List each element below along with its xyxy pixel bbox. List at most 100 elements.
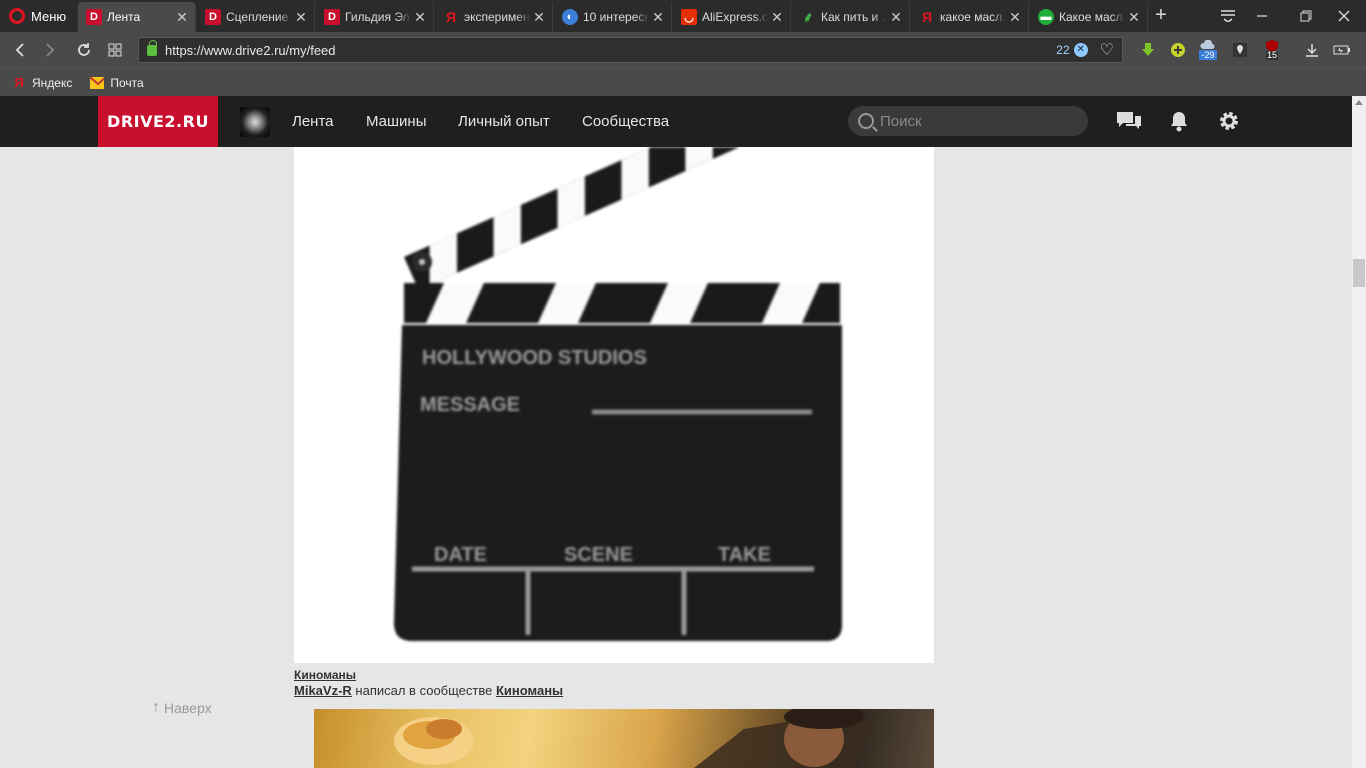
yandex-icon: Я: [921, 9, 933, 25]
clapper-studio-text: HOLLYWOOD STUDIOS: [422, 347, 647, 369]
drive2-icon: D: [86, 9, 102, 25]
mail-icon: [90, 76, 105, 90]
minimize-icon[interactable]: [1240, 0, 1284, 32]
back-to-top-button[interactable]: ↑ Наверх: [152, 699, 212, 717]
author-link[interactable]: MikaVz-R: [294, 683, 352, 698]
address-bar[interactable]: https://www.drive2.ru/my/feed 22 ✕ ♡: [138, 37, 1123, 63]
adblock-icon[interactable]: ✕: [1073, 43, 1088, 57]
tab-kakoe-maslo-1[interactable]: Я какое масл... ✕: [911, 2, 1029, 32]
tab-experiment[interactable]: Я эксперимен... ✕: [435, 2, 553, 32]
action-text: написал в сообществе: [355, 683, 493, 698]
close-icon[interactable]: ✕: [292, 9, 310, 26]
opera-logo-icon: [9, 8, 25, 24]
drive2-icon: D: [324, 9, 340, 25]
tab-stseplenie[interactable]: D Сцепление ✕: [197, 2, 315, 32]
clapper-date-text: DATE: [434, 544, 487, 566]
tab-title: 10 интересн...: [583, 10, 649, 24]
bookmark-pochta[interactable]: Почта: [90, 75, 144, 90]
nav-lenta[interactable]: Лента: [292, 96, 334, 147]
tab-title: AliExpress.co...: [702, 10, 768, 24]
arrow-up-icon: ↑: [152, 699, 160, 716]
search-icon: [858, 113, 874, 129]
search-input[interactable]: [880, 112, 1060, 130]
site-header: DRIVE2.RU Лента Машины Личный опыт Сообщ…: [0, 96, 1352, 147]
weather-icon[interactable]: -29: [1198, 40, 1218, 60]
post-meta: Киноманы MikaVz-R написал в сообществе К…: [294, 668, 563, 698]
adblock-count: 22: [1056, 43, 1070, 57]
tab-10-interesnyh[interactable]: ◐ 10 интересн... ✕: [554, 2, 672, 32]
close-icon[interactable]: ✕: [768, 9, 786, 26]
tab-title: Какое масл...: [1059, 10, 1125, 24]
address-toolbar: https://www.drive2.ru/my/feed 22 ✕ ♡ -29…: [0, 32, 1366, 68]
scroll-up-arrow-icon[interactable]: [1355, 100, 1363, 105]
downloads-icon[interactable]: [1302, 40, 1322, 60]
bookmarks-bar: Я Яндекс Почта: [0, 68, 1366, 96]
download-green-icon[interactable]: [1138, 40, 1158, 60]
browser-menu-button[interactable]: Меню: [0, 0, 78, 32]
messages-icon[interactable]: [1115, 108, 1143, 134]
search-box[interactable]: [848, 106, 1088, 136]
car-icon: ▬: [1038, 9, 1054, 25]
url-text[interactable]: https://www.drive2.ru/my/feed: [165, 43, 1056, 58]
heart-icon[interactable]: ♡: [1100, 40, 1114, 60]
close-icon[interactable]: ✕: [887, 9, 905, 26]
browser-tabbar: Меню D Лента ✕ D Сцепление ✕ D Гильдия Э…: [0, 0, 1366, 32]
close-icon[interactable]: ✕: [530, 9, 548, 26]
close-icon[interactable]: ✕: [173, 9, 191, 26]
drive2-icon: D: [205, 9, 221, 25]
close-window-icon[interactable]: [1322, 0, 1366, 32]
back-arrow-icon[interactable]: [8, 38, 32, 62]
clapper-scene-text: SCENE: [564, 544, 633, 566]
clapper-take-text: TAKE: [718, 544, 771, 566]
clapper-message-text: MESSAGE: [420, 394, 520, 416]
community-tag-link[interactable]: Киноманы: [294, 668, 563, 682]
yandex-icon: Я: [14, 75, 24, 90]
back-to-top-label: Наверх: [164, 700, 212, 716]
tab-title: какое масл...: [940, 10, 1006, 24]
drive2-logo[interactable]: DRIVE2.RU: [98, 96, 218, 147]
bookmark-yandex[interactable]: Я Яндекс: [12, 75, 73, 90]
bell-icon[interactable]: [1165, 108, 1193, 134]
tab-title: Гильдия Эл...: [345, 10, 411, 24]
lock-icon: [147, 39, 157, 56]
scroll-thumb[interactable]: [1353, 259, 1365, 287]
extension-yellow-icon[interactable]: [1168, 40, 1188, 60]
leaf-icon: ⸙: [802, 8, 814, 25]
tab-kakoe-maslo-2[interactable]: ▬ Какое масл... ✕: [1030, 2, 1148, 32]
yandex-icon: Я: [445, 9, 457, 25]
post-image-next[interactable]: [314, 709, 934, 768]
tab-title: эксперимен...: [464, 10, 530, 24]
tab-gildiya[interactable]: D Гильдия Эл... ✕: [316, 2, 434, 32]
browser-menu-label: Меню: [31, 8, 67, 24]
user-avatar[interactable]: [240, 107, 270, 137]
new-tab-button[interactable]: +: [1150, 4, 1172, 26]
tab-kak-pit[interactable]: ⸙ Как пить и ... ✕: [792, 2, 910, 32]
ublock-icon[interactable]: 15: [1262, 40, 1282, 60]
bookmark-label: Яндекс: [32, 75, 73, 90]
nav-mashiny[interactable]: Машины: [366, 96, 426, 147]
close-icon[interactable]: ✕: [649, 9, 667, 26]
ublock-count: 15: [1265, 50, 1278, 60]
reload-icon[interactable]: [72, 38, 96, 62]
tab-aliexpress[interactable]: ◡ AliExpress.co... ✕: [673, 2, 791, 32]
close-icon[interactable]: ✕: [1125, 9, 1143, 26]
close-icon[interactable]: ✕: [1006, 9, 1024, 26]
nav-soobshchestva[interactable]: Сообщества: [582, 96, 669, 147]
tab-title: Лента: [107, 10, 141, 24]
close-icon[interactable]: ✕: [411, 9, 429, 26]
globe-icon: ◐: [562, 9, 578, 25]
nav-lichny-opyt[interactable]: Личный опыт: [458, 96, 550, 147]
forward-arrow-icon[interactable]: [38, 38, 62, 62]
aliexpress-icon: ◡: [681, 9, 697, 25]
tab-lenta[interactable]: D Лента ✕: [78, 2, 196, 32]
battery-icon[interactable]: [1332, 40, 1352, 60]
location-pin-icon[interactable]: [1230, 40, 1250, 60]
gear-icon[interactable]: [1215, 108, 1243, 134]
speed-dial-icon[interactable]: [103, 38, 127, 62]
tab-title: Сцепление: [226, 10, 289, 24]
page-scrollbar[interactable]: [1352, 96, 1366, 768]
community-link[interactable]: Киноманы: [496, 683, 563, 698]
bookmark-label: Почта: [110, 75, 144, 90]
post-image-clapperboard[interactable]: HOLLYWOOD STUDIOS MESSAGE DATE SCENE TAK…: [294, 147, 934, 663]
weather-temp: -29: [1199, 50, 1217, 60]
